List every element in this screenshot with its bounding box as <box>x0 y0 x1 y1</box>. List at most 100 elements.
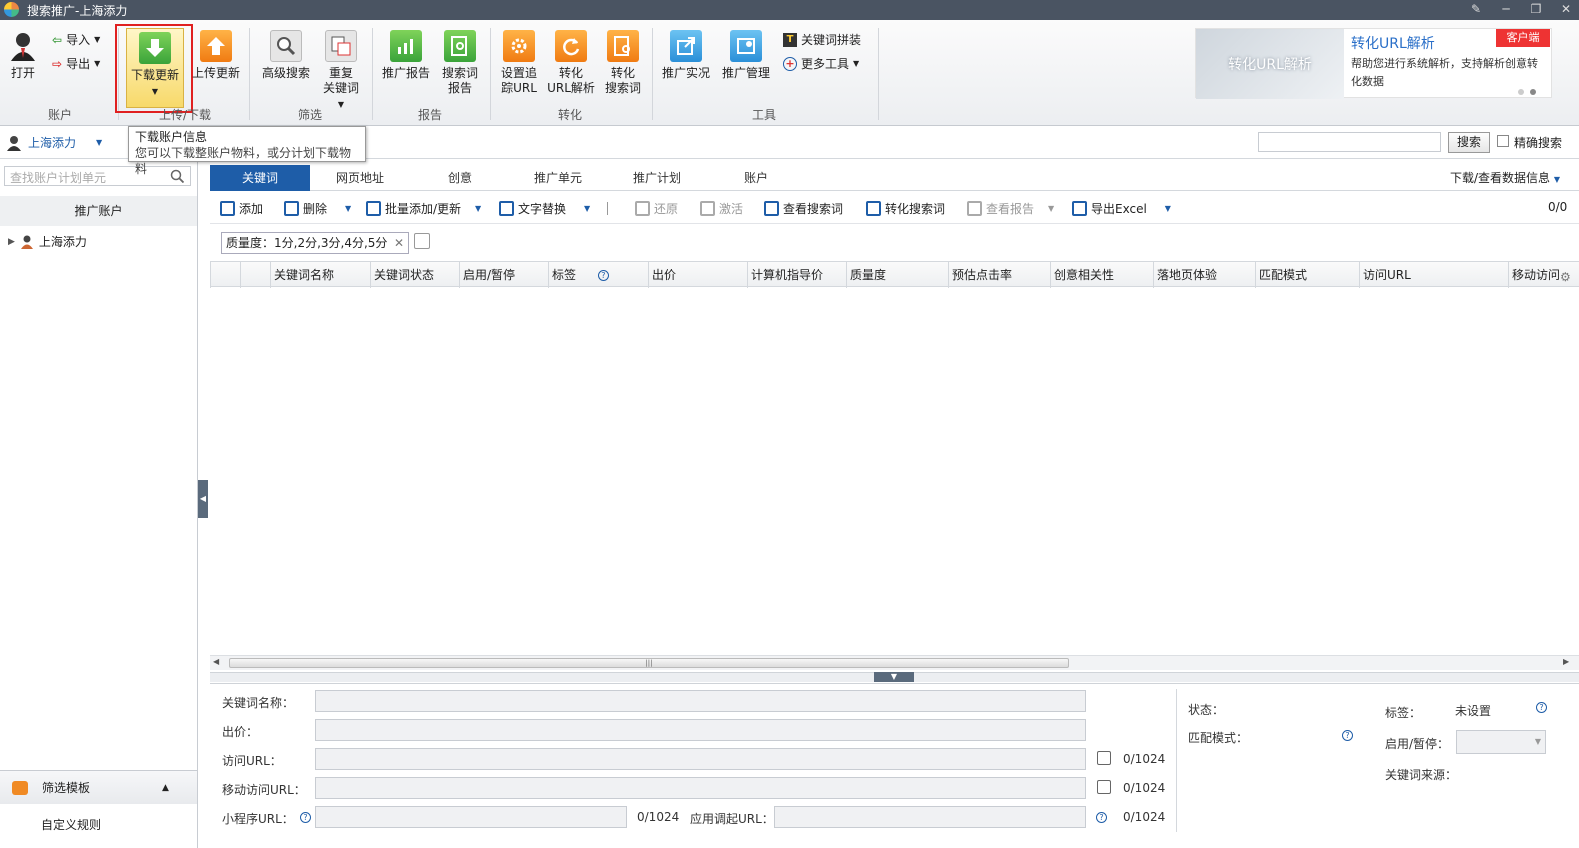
expand-arrow-icon[interactable]: ▶ <box>8 237 15 247</box>
collapse-up-icon[interactable]: ▲ <box>162 783 169 793</box>
open-link-icon[interactable] <box>1097 751 1111 765</box>
col-visit-url[interactable]: 访问URL <box>1359 262 1508 288</box>
collapse-detail-icon[interactable]: ▼ <box>874 672 914 682</box>
tab-creative[interactable]: 创意 <box>410 165 510 191</box>
filter-template-panel[interactable]: 筛选模板 ▲ <box>0 770 197 804</box>
group-label-tools: 工具 <box>751 108 776 122</box>
restore-button[interactable]: ❐ <box>1527 2 1545 17</box>
help-icon[interactable]: ? <box>1536 702 1547 713</box>
promo-description: 帮助您进行系统解析，支持解析创意转化数据 <box>1351 57 1538 88</box>
carousel-dot[interactable] <box>1518 89 1524 95</box>
horizontal-scrollbar[interactable]: ◀ ||| ▶ <box>210 655 1579 670</box>
col-label[interactable]: 标签 ? <box>548 262 648 288</box>
app-url-field[interactable] <box>774 806 1086 828</box>
help-icon[interactable]: ? <box>300 812 311 823</box>
col-quality[interactable]: 质量度 <box>846 262 948 288</box>
conversion-url-button[interactable]: 转化 URL解析 <box>546 30 596 96</box>
chevron-down-icon[interactable]: ▼ <box>345 204 351 213</box>
promo-live-button[interactable]: 推广实况 <box>660 30 712 81</box>
account-selector[interactable]: 上海添力 ▼ <box>6 134 102 151</box>
promo-report-button[interactable]: 推广报告 <box>380 30 432 81</box>
add-button[interactable]: 添加 <box>220 200 263 217</box>
tab-campaign[interactable]: 推广计划 <box>607 165 707 191</box>
chevron-down-icon[interactable]: ▼ <box>1048 204 1054 213</box>
delete-button[interactable]: 删除 ▼ <box>284 200 351 217</box>
view-report-button[interactable]: 查看报告 ▼ <box>967 200 1054 217</box>
search-term-report-button[interactable]: 搜索词 报告 <box>436 30 484 96</box>
carousel-dot-active[interactable] <box>1530 89 1536 95</box>
import-icon: ⇦ <box>52 32 63 47</box>
download-view-data-menu[interactable]: 下载/查看数据信息 ▼ <box>1450 169 1560 186</box>
mobile-url-field[interactable] <box>315 777 1086 799</box>
chevron-down-icon[interactable]: ▼ <box>475 204 481 213</box>
text-replace-button[interactable]: 文字替换 ▼ <box>499 200 590 217</box>
convert-search-terms-button[interactable]: 转化搜索词 <box>866 200 945 217</box>
grid-checkbox-col[interactable] <box>240 262 270 288</box>
col-enable-pause[interactable]: 启用/暂停 <box>459 262 548 288</box>
tree-item-account[interactable]: ▶ 上海添力 <box>8 233 87 250</box>
user-icon <box>7 30 39 62</box>
promo-image: 转化URL解析 <box>1196 29 1344 99</box>
download-update-button[interactable]: 下载更新 ▼ <box>126 28 184 108</box>
col-match-type[interactable]: 匹配模式 <box>1255 262 1359 288</box>
visit-url-field[interactable] <box>315 748 1086 770</box>
column-settings-gear-icon[interactable]: ⚙ <box>1560 270 1572 290</box>
help-icon[interactable]: ? <box>1096 812 1107 823</box>
tab-account[interactable]: 账户 <box>706 165 806 191</box>
scroll-right-icon[interactable]: ▶ <box>1563 657 1569 666</box>
clear-filter-icon[interactable] <box>414 233 430 249</box>
col-landing-experience[interactable]: 落地页体验 <box>1153 262 1255 288</box>
restore-button[interactable]: 还原 <box>635 200 678 217</box>
convert-search-icon <box>866 201 881 216</box>
export-excel-button[interactable]: 导出Excel ▼ <box>1072 200 1171 217</box>
help-icon[interactable]: ? <box>597 270 609 281</box>
activate-button[interactable]: 激活 <box>700 200 743 217</box>
mini-program-url-field[interactable] <box>315 806 627 828</box>
col-est-ctr[interactable]: 预估点击率 <box>948 262 1050 288</box>
keyword-combine-button[interactable]: T 关键词拼装 <box>783 31 861 48</box>
help-icon[interactable]: ? <box>1342 730 1353 741</box>
advanced-search-button[interactable]: 高级搜索 <box>258 30 314 81</box>
col-guide-price[interactable]: 计算机指导价 <box>747 262 846 288</box>
promo-banner[interactable]: 转化URL解析 转化URL解析 客户端 帮助您进行系统解析，支持解析创意转化数据 <box>1195 28 1552 99</box>
global-search-input[interactable] <box>1258 132 1441 152</box>
exact-search-checkbox[interactable] <box>1497 135 1509 147</box>
conversion-search-term-button[interactable]: 转化 搜索词 <box>600 30 646 96</box>
tab-ad-unit[interactable]: 推广单元 <box>508 165 608 191</box>
minimize-button[interactable]: ─ <box>1497 2 1515 17</box>
col-creative-relevance[interactable]: 创意相关性 <box>1050 262 1153 288</box>
filter-chip[interactable]: 质量度：1分,2分,3分,4分,5分 ✕ <box>221 232 409 254</box>
view-search-terms-button[interactable]: 查看搜索词 <box>764 200 843 217</box>
custom-rule-item[interactable]: 自定义规则 <box>41 816 101 833</box>
scroll-left-icon[interactable]: ◀ <box>213 657 219 666</box>
app-logo-icon <box>4 2 19 17</box>
upload-update-button[interactable]: 上传更新 <box>190 30 242 81</box>
chevron-down-icon[interactable]: ▼ <box>1165 204 1171 213</box>
enable-pause-label: 启用/暂停： <box>1385 737 1450 751</box>
duplicate-keywords-button[interactable]: 重复 关键词 ▼ <box>318 30 364 112</box>
enable-pause-select[interactable]: ▼ <box>1456 730 1546 754</box>
export-button[interactable]: ⇨ 导出 ▼ <box>52 55 100 72</box>
keyword-name-field[interactable] <box>315 690 1086 712</box>
open-button[interactable]: 打开 <box>6 30 40 81</box>
col-keyword-status[interactable]: 关键词状态 <box>370 262 459 288</box>
batch-add-update-button[interactable]: 批量添加/更新 ▼ <box>366 200 481 217</box>
bid-field[interactable] <box>315 719 1086 741</box>
col-mobile-url[interactable]: 移动访问 <box>1508 262 1559 288</box>
remove-filter-icon[interactable]: ✕ <box>394 233 404 253</box>
pane-collapse-handle[interactable]: ◀ <box>198 480 208 518</box>
search-button[interactable]: 搜索 <box>1448 132 1490 153</box>
promo-manage-button[interactable]: 推广管理 <box>720 30 772 81</box>
promo-title[interactable]: 转化URL解析 <box>1351 33 1435 53</box>
scroll-thumb[interactable]: ||| <box>229 658 1069 668</box>
edit-icon[interactable]: ✎ <box>1467 2 1485 17</box>
col-bid[interactable]: 出价 <box>648 262 747 288</box>
chevron-down-icon[interactable]: ▼ <box>584 204 590 213</box>
open-link-icon[interactable] <box>1097 780 1111 794</box>
track-url-button[interactable]: 设置追 踪URL <box>496 30 542 96</box>
more-tools-button[interactable]: + 更多工具 ▼ <box>783 55 859 72</box>
import-button[interactable]: ⇦ 导入 ▼ <box>52 31 100 48</box>
col-keyword-name[interactable]: 关键词名称 <box>270 262 370 288</box>
close-button[interactable]: ✕ <box>1557 2 1575 17</box>
keyword-name-label: 关键词名称： <box>222 696 295 710</box>
